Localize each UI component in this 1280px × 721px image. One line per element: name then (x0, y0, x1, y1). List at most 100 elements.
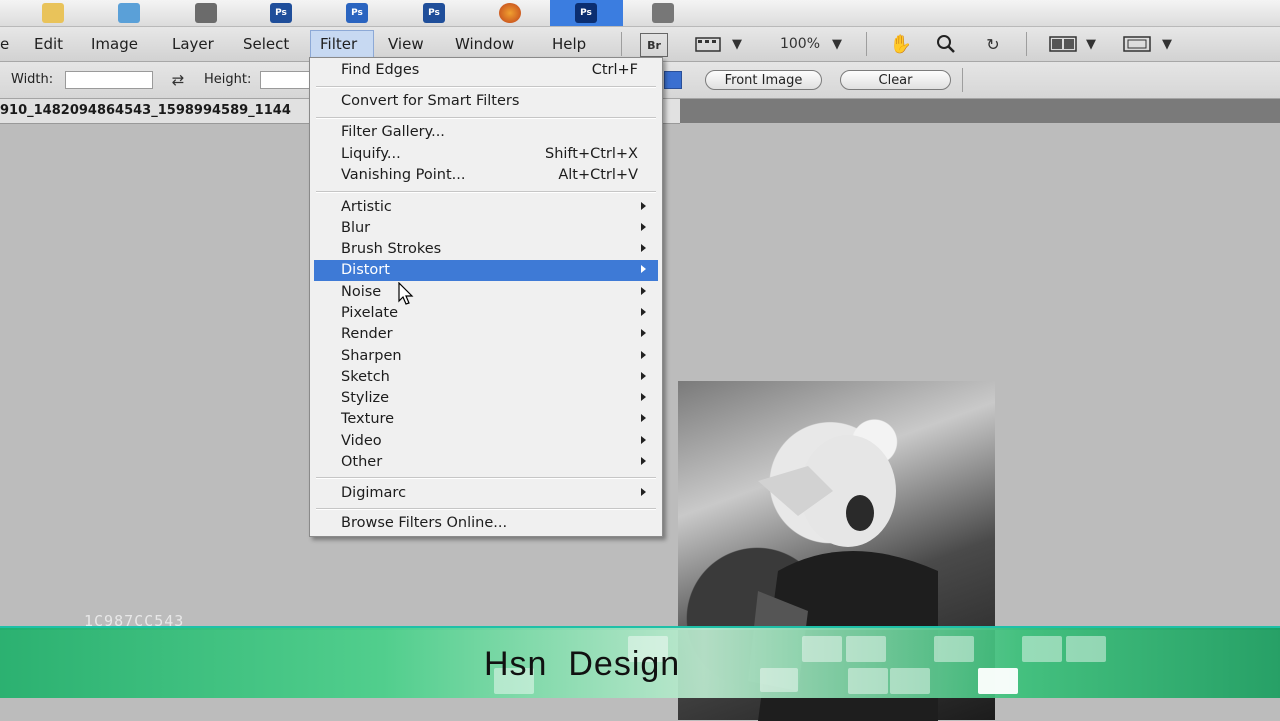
photoshop-icon[interactable]: Ps (575, 3, 597, 23)
menu-item-shortcut: Ctrl+F (591, 62, 638, 78)
arrange-documents-icon[interactable] (1048, 33, 1078, 55)
menu-separator (316, 117, 656, 119)
menu-item-shortcut: Alt+Ctrl+V (558, 167, 638, 183)
menu-item-label: Brush Strokes (341, 241, 442, 257)
keys-icon[interactable] (652, 3, 674, 23)
screen-mode-icon[interactable] (1122, 33, 1152, 55)
toolbar-divider (1026, 32, 1027, 56)
menu-item-render[interactable]: Render (314, 324, 658, 345)
menu-item-blur[interactable]: Blur (314, 218, 658, 239)
folder-icon[interactable] (42, 3, 64, 23)
submenu-arrow-icon (641, 457, 646, 465)
menu-item-brush-strokes[interactable]: Brush Strokes (314, 239, 658, 260)
menu-item-pixelate[interactable]: Pixelate (314, 303, 658, 324)
menu-item-stylize[interactable]: Stylize (314, 388, 658, 409)
submenu-arrow-icon (641, 202, 646, 210)
firefox-icon[interactable] (499, 3, 521, 23)
filter-dropdown-menu: Find Edges Ctrl+F Convert for Smart Filt… (309, 57, 663, 537)
menu-help[interactable]: Help (552, 35, 586, 53)
menu-item-label: Artistic (341, 199, 392, 215)
photoshop-icon[interactable]: Ps (346, 3, 368, 23)
menu-item-label: Find Edges (341, 62, 420, 78)
menu-item-label: Stylize (341, 390, 390, 406)
width-label: Width: (11, 72, 54, 87)
swap-icon[interactable]: ⇄ (168, 69, 188, 91)
zoom-level[interactable]: 100% (770, 33, 830, 55)
menu-item-browse-filters-online[interactable]: Browse Filters Online... (314, 513, 658, 534)
menu-image[interactable]: Image (91, 35, 138, 53)
menu-item-label: Digimarc (341, 485, 407, 501)
menu-item-vanishing-point[interactable]: Vanishing Point... Alt+Ctrl+V (314, 165, 658, 186)
menu-item-label: Browse Filters Online... (341, 515, 508, 531)
submenu-arrow-icon (641, 393, 646, 401)
rotate-view-icon[interactable]: ↻ (980, 33, 1006, 55)
extras-icon[interactable] (694, 33, 722, 55)
toolbar-divider (621, 32, 622, 56)
menu-item-label: Noise (341, 284, 382, 300)
menu-select[interactable]: Select (243, 35, 289, 53)
chevron-down-icon[interactable]: ▼ (730, 33, 744, 55)
menu-file[interactable]: e (0, 35, 9, 53)
photoshop-icon[interactable]: Ps (270, 3, 292, 23)
bridge-button[interactable]: Br (640, 33, 668, 57)
decor-tile (890, 668, 930, 694)
submenu-arrow-icon (641, 372, 646, 380)
menu-filter[interactable]: Filter (320, 35, 357, 53)
menu-item-find-edges[interactable]: Find Edges Ctrl+F (314, 60, 658, 81)
menu-view[interactable]: View (388, 35, 424, 53)
menu-item-convert-smart-filters[interactable]: Convert for Smart Filters (314, 91, 658, 112)
image-viewer-icon[interactable] (195, 3, 217, 23)
menu-item-liquify[interactable]: Liquify... Shift+Ctrl+X (314, 144, 658, 165)
decor-tile (1066, 636, 1106, 662)
menu-item-label: Filter Gallery... (341, 124, 445, 140)
menu-item-other[interactable]: Other (314, 452, 658, 473)
menu-layer[interactable]: Layer (172, 35, 214, 53)
menu-item-texture[interactable]: Texture (314, 409, 658, 430)
chevron-down-icon[interactable]: ▼ (1160, 33, 1174, 55)
resolution-unit-dropdown[interactable] (664, 71, 682, 89)
submenu-arrow-icon (641, 488, 646, 496)
menu-item-distort[interactable]: Distort (314, 260, 658, 281)
hand-tool-icon[interactable]: ✋ (888, 33, 914, 55)
menu-item-digimarc[interactable]: Digimarc (314, 483, 658, 504)
menu-item-label: Liquify... (341, 146, 401, 162)
menu-window[interactable]: Window (455, 35, 514, 53)
chevron-down-icon[interactable]: ▼ (1084, 33, 1098, 55)
menu-item-artistic[interactable]: Artistic (314, 197, 658, 218)
photoshop-icon[interactable]: Ps (423, 3, 445, 23)
submenu-arrow-icon (641, 244, 646, 252)
chevron-down-icon[interactable]: ▼ (830, 33, 844, 55)
decor-tile (934, 636, 974, 662)
submenu-arrow-icon (641, 414, 646, 422)
decor-tile (1022, 636, 1062, 662)
menu-item-label: Video (341, 433, 382, 449)
menu-item-label: Render (341, 326, 393, 342)
menu-item-label: Vanishing Point... (341, 167, 466, 183)
width-field[interactable] (65, 71, 153, 89)
submenu-arrow-icon (641, 436, 646, 444)
taskbar: Ps Ps Ps Ps (0, 0, 1280, 27)
menu-item-filter-gallery[interactable]: Filter Gallery... (314, 122, 658, 143)
users-icon[interactable] (118, 3, 140, 23)
height-label: Height: (204, 72, 252, 87)
decor-tile (846, 636, 886, 662)
submenu-arrow-icon (641, 329, 646, 337)
submenu-arrow-icon (641, 287, 646, 295)
front-image-button[interactable]: Front Image (705, 70, 822, 90)
mouse-cursor-icon (398, 282, 414, 305)
menu-item-sharpen[interactable]: Sharpen (314, 346, 658, 367)
menu-item-video[interactable]: Video (314, 431, 658, 452)
decor-tile (802, 636, 842, 662)
menu-item-label: Sketch (341, 369, 390, 385)
menu-item-label: Other (341, 454, 383, 470)
menu-item-noise[interactable]: Noise (314, 282, 658, 303)
watermark-code: 1C987CC543 (84, 612, 185, 630)
menu-edit[interactable]: Edit (34, 35, 63, 53)
zoom-tool-icon[interactable] (933, 33, 959, 55)
menu-item-sketch[interactable]: Sketch (314, 367, 658, 388)
height-field[interactable] (260, 71, 310, 89)
menu-item-label: Blur (341, 220, 371, 236)
menu-separator (316, 508, 656, 510)
clear-button[interactable]: Clear (840, 70, 951, 90)
decor-tile (978, 668, 1018, 694)
